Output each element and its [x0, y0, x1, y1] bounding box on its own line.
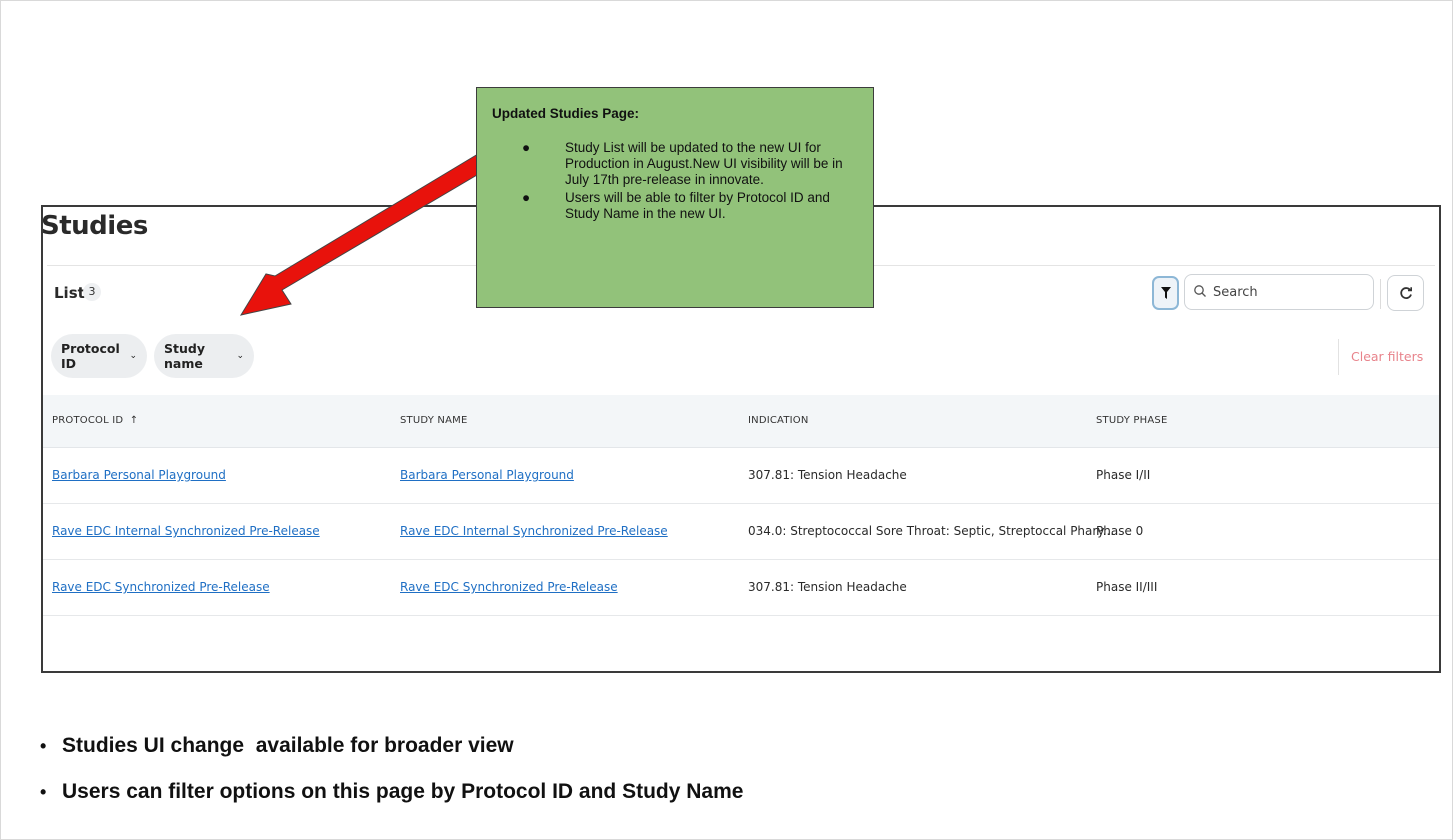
- column-header-indication[interactable]: INDICATION: [748, 415, 809, 426]
- column-header-study-name[interactable]: STUDY NAME: [400, 415, 467, 426]
- indication-cell: 034.0: Streptococcal Sore Throat: Septic…: [748, 524, 1115, 538]
- callout-list: ● Study List will be updated to the new …: [492, 140, 862, 224]
- table-header: PROTOCOL ID ↑ STUDY NAME INDICATION STUD…: [43, 395, 1439, 448]
- indication-cell: 307.81: Tension Headache: [748, 468, 907, 482]
- filter-toggle-button[interactable]: [1152, 276, 1179, 310]
- study-phase-cell: Phase 0: [1096, 524, 1144, 538]
- refresh-button[interactable]: [1387, 275, 1424, 311]
- indication-cell: 307.81: Tension Headache: [748, 580, 907, 594]
- study-name-filter-chip[interactable]: Study name ⌄: [154, 334, 254, 378]
- chevron-down-icon: ⌄: [236, 351, 244, 361]
- protocol-id-link[interactable]: Rave EDC Synchronized Pre-Release: [52, 580, 270, 594]
- study-name-link[interactable]: Rave EDC Synchronized Pre-Release: [400, 580, 618, 594]
- protocol-id-link[interactable]: Rave EDC Internal Synchronized Pre-Relea…: [52, 524, 320, 538]
- filters-divider: [1338, 339, 1339, 375]
- search-icon: [1194, 285, 1206, 297]
- sort-ascending-icon: ↑: [129, 415, 139, 426]
- summary-bullet: • Users can filter options on this page …: [40, 780, 744, 803]
- column-header-study-phase[interactable]: STUDY PHASE: [1096, 415, 1167, 426]
- list-label: List: [54, 284, 85, 302]
- page-title: Studies: [41, 211, 148, 241]
- table-row: Rave EDC Internal Synchronized Pre-Relea…: [43, 504, 1439, 560]
- search-input[interactable]: [1213, 281, 1363, 303]
- bullet-icon: ●: [522, 140, 531, 155]
- protocol-id-filter-chip[interactable]: Protocol ID ⌄: [51, 334, 147, 378]
- callout-item: ● Users will be able to filter by Protoc…: [522, 190, 830, 221]
- study-name-filter-label: Study name: [164, 341, 205, 371]
- summary-bullet: • Studies UI change available for broade…: [40, 734, 514, 757]
- protocol-id-filter-label: Protocol ID: [61, 341, 120, 371]
- search-box[interactable]: [1184, 274, 1374, 310]
- table-row: Rave EDC Synchronized Pre-Release Rave E…: [43, 560, 1439, 616]
- table-row: Barbara Personal Playground Barbara Pers…: [43, 448, 1439, 504]
- protocol-id-link[interactable]: Barbara Personal Playground: [52, 468, 226, 482]
- summary-bullets: • Studies UI change available for broade…: [40, 734, 743, 826]
- list-count-badge: 3: [83, 283, 101, 301]
- bullet-icon: ●: [522, 190, 531, 205]
- refresh-icon: [1399, 287, 1412, 299]
- callout-box: Updated Studies Page: ● Study List will …: [476, 87, 874, 308]
- study-phase-cell: Phase I/II: [1096, 468, 1151, 482]
- bullet-icon: •: [40, 736, 47, 756]
- callout-title: Updated Studies Page:: [492, 106, 640, 121]
- column-header-protocol-id[interactable]: PROTOCOL ID ↑: [52, 415, 138, 426]
- filter-icon: [1160, 287, 1171, 299]
- study-name-link[interactable]: Barbara Personal Playground: [400, 468, 574, 482]
- study-name-link[interactable]: Rave EDC Internal Synchronized Pre-Relea…: [400, 524, 668, 538]
- study-phase-cell: Phase II/III: [1096, 580, 1158, 594]
- bullet-icon: •: [40, 782, 47, 802]
- callout-item: ● Study List will be updated to the new …: [522, 140, 843, 187]
- chevron-down-icon: ⌄: [129, 351, 137, 361]
- toolbar-divider: [1380, 279, 1381, 309]
- clear-filters-link[interactable]: Clear filters: [1351, 349, 1423, 364]
